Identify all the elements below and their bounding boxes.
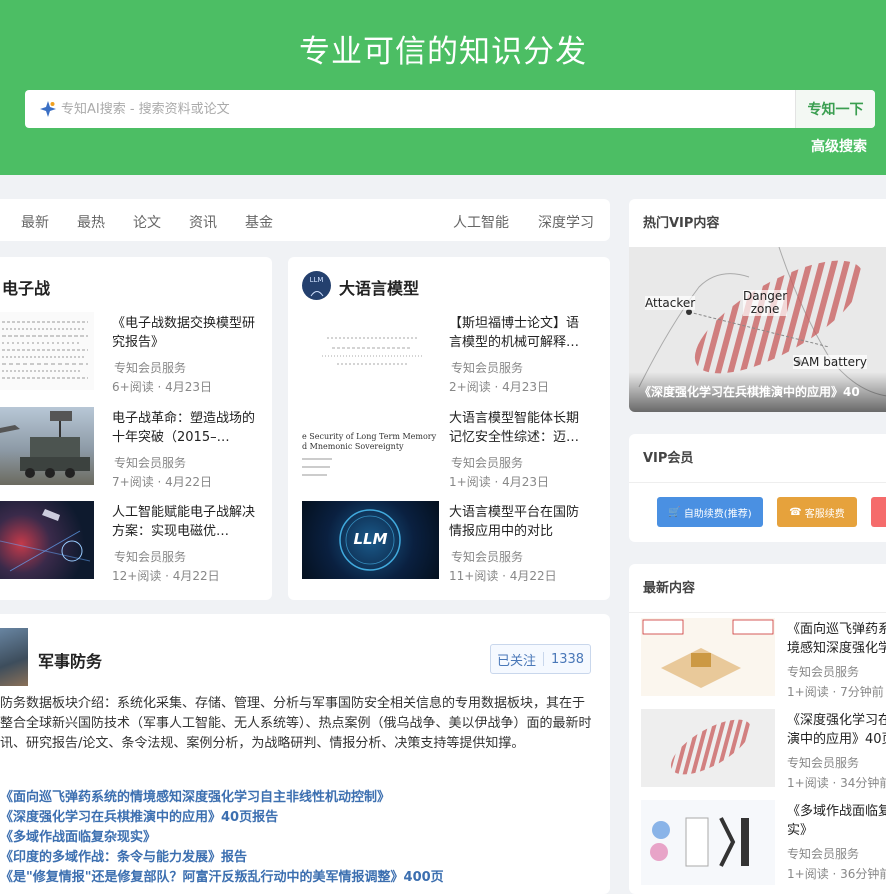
- list-item[interactable]: 《深度强化学习在演中的应用》40页 专知会员服务 1+阅读 · 34分钟前: [641, 709, 886, 790]
- section-thumbnail: [0, 628, 28, 686]
- list-item[interactable]: e Security of Long Term Memory d Mnemoni…: [302, 407, 602, 489]
- article-meta: 2+阅读 · 4月23日: [449, 380, 550, 394]
- military-link[interactable]: 《面向巡飞弹药系统的情境感知深度强化学习自主非线性机动控制》: [0, 786, 390, 805]
- topic-title[interactable]: 大语言模型: [339, 275, 419, 299]
- military-link[interactable]: 《印度的多域作战：条令与能力发展》报告: [0, 846, 247, 865]
- tab-funds[interactable]: 基金: [245, 212, 273, 232]
- list-item[interactable]: 电子战革命：塑造战场的十年突破（2015–… 专知会员服务 7+阅读 · 4月2…: [0, 407, 260, 489]
- article-title[interactable]: 电子战革命：塑造战场的十年突破（2015–…: [112, 409, 257, 447]
- article-title[interactable]: 《电子战数据交换模型研究报告》: [112, 314, 257, 352]
- article-source: 专知会员服务: [451, 550, 524, 564]
- tab-ai[interactable]: 人工智能: [453, 212, 509, 232]
- item-source: 专知会员服务: [787, 847, 860, 861]
- panel-heading: VIP会员: [643, 451, 694, 466]
- self-renew-button[interactable]: 🛒 自助续费(推荐): [657, 497, 763, 527]
- item-title[interactable]: 《多域作战面临复实》: [787, 802, 886, 840]
- item-thumbnail: [641, 800, 775, 885]
- topic-card-electronic-warfare: 电子战 《电子战数据交换模型研究报告》 专知会员服务 6+阅读 · 4月23日: [0, 257, 272, 600]
- item-meta: 1+阅读 · 7分钟前: [787, 685, 884, 699]
- tab-hottest[interactable]: 最热: [77, 212, 105, 232]
- vip-member-panel: VIP会员 🛒 自助续费(推荐) ☎ 客服续费: [629, 434, 886, 542]
- list-item[interactable]: 《电子战数据交换模型研究报告》 专知会员服务 6+阅读 · 4月23日: [0, 312, 260, 394]
- article-title[interactable]: 【斯坦福博士论文】语言模型的机械可解释…: [449, 314, 589, 352]
- hero-banner: 专业可信的知识分发 专知一下 高级搜索: [0, 0, 886, 175]
- list-item[interactable]: 【斯坦福博士论文】语言模型的机械可解释… 专知会员服务 2+阅读 · 4月23日: [302, 312, 602, 394]
- military-link[interactable]: 《深度强化学习在兵棋推演中的应用》40页报告: [0, 806, 278, 825]
- item-meta: 1+阅读 · 34分钟前: [787, 776, 886, 790]
- article-title[interactable]: 大语言模型平台在国防情报应用中的对比: [449, 503, 589, 541]
- follow-label: 已关注: [496, 653, 536, 669]
- tab-papers[interactable]: 论文: [133, 212, 161, 232]
- article-source: 专知会员服务: [114, 361, 187, 375]
- article-meta: 11+阅读 · 4月22日: [449, 569, 557, 583]
- list-item[interactable]: LLM 大语言模型平台在国防情报应用中的对比 专知会员服务 11+阅读 · 4月…: [302, 501, 602, 583]
- service-renew-button[interactable]: ☎ 客服续费: [777, 497, 857, 527]
- label-attacker: Attacker: [645, 296, 696, 310]
- military-link[interactable]: 《多域作战面临复杂现实》: [0, 826, 156, 845]
- article-thumbnail: [0, 407, 94, 485]
- military-section: 军事防务 已关注 1338 防务数据板块介绍：系统化采集、存储、管理、分析与军事…: [0, 614, 610, 894]
- article-source: 专知会员服务: [451, 456, 524, 470]
- topic-avatar: LLM: [302, 271, 331, 300]
- item-title[interactable]: 《深度强化学习在演中的应用》40页: [787, 711, 886, 749]
- topic-card-llm: LLM 大语言模型 【斯坦福博士论文】语言模型的机械可解释… 专知会员服务 2+…: [288, 257, 610, 600]
- item-thumbnail: [641, 709, 775, 787]
- article-thumbnail: [0, 501, 94, 579]
- latest-panel: 最新内容 《面向巡飞弹药系境感知深度强化学 专知会员服务 1+阅读 · 7分钟前…: [629, 564, 886, 894]
- article-meta: 7+阅读 · 4月22日: [112, 475, 213, 489]
- hot-vip-panel: 热门VIP内容 Attacker Danger zone SAM battery…: [629, 199, 886, 412]
- article-source: 专知会员服务: [451, 361, 524, 375]
- article-title[interactable]: 大语言模型智能体长期记忆安全性综述：迈…: [449, 409, 589, 447]
- label-danger-zone: Danger zone: [743, 289, 788, 316]
- article-meta: 12+阅读 · 4月22日: [112, 569, 220, 583]
- military-link[interactable]: 《是"修复情报"还是修复部队？阿富汗反叛乱行动中的美军情报调整》400页: [0, 866, 444, 885]
- section-description: 防务数据板块介绍：系统化采集、存储、管理、分析与军事国防安全相关信息的专用数据板…: [0, 696, 592, 751]
- article-thumbnail: e Security of Long Term Memory d Mnemoni…: [302, 407, 439, 485]
- item-thumbnail: [641, 618, 775, 696]
- article-meta: 6+阅读 · 4月23日: [112, 380, 213, 394]
- item-source: 专知会员服务: [787, 665, 860, 679]
- list-item[interactable]: 《多域作战面临复实》 专知会员服务 1+阅读 · 36分钟前: [641, 800, 886, 890]
- tab-news[interactable]: 资讯: [189, 212, 217, 232]
- panel-heading: 最新内容: [643, 581, 696, 596]
- follow-count: 1338: [550, 651, 585, 667]
- tab-latest[interactable]: 最新: [21, 212, 49, 232]
- cart-icon: 🛒: [668, 506, 681, 518]
- article-thumbnail: [302, 312, 439, 390]
- list-item[interactable]: 《面向巡飞弹药系境感知深度强化学 专知会员服务 1+阅读 · 7分钟前: [641, 618, 886, 699]
- item-source: 专知会员服务: [787, 756, 860, 770]
- filter-tabs: 最新 最热 论文 资讯 基金 人工智能 深度学习: [0, 199, 610, 241]
- item-title[interactable]: 《面向巡飞弹药系境感知深度强化学: [787, 620, 886, 658]
- tab-deep-learning[interactable]: 深度学习: [538, 212, 594, 232]
- hero-title: 专业可信的知识分发: [299, 34, 587, 70]
- search-box: 专知一下: [25, 90, 875, 128]
- article-source: 专知会员服务: [114, 550, 187, 564]
- search-button[interactable]: 专知一下: [795, 90, 875, 128]
- ai-sparkle-icon: [40, 101, 56, 117]
- search-input[interactable]: [61, 90, 811, 128]
- topic-title[interactable]: 电子战: [2, 275, 50, 299]
- section-title: 军事防务: [38, 652, 103, 671]
- vip-featured-image[interactable]: Attacker Danger zone SAM battery 《深度强化学习…: [629, 247, 886, 412]
- article-source: 专知会员服务: [114, 456, 187, 470]
- panel-heading: 热门VIP内容: [643, 216, 720, 231]
- headset-icon: ☎: [789, 506, 802, 518]
- item-meta: 1+阅读 · 36分钟前: [787, 867, 886, 881]
- article-meta: 1+阅读 · 4月23日: [449, 475, 550, 489]
- label-sam-battery: SAM battery: [793, 355, 868, 369]
- vip-caption[interactable]: 《深度强化学习在兵棋推演中的应用》40: [639, 383, 860, 400]
- article-title[interactable]: 人工智能赋能电子战解决方案：实现电磁优…: [112, 503, 257, 541]
- advanced-search-link[interactable]: 高级搜索: [811, 136, 867, 156]
- article-thumbnail: [0, 312, 94, 390]
- list-item[interactable]: 人工智能赋能电子战解决方案：实现电磁优… 专知会员服务 12+阅读 · 4月22…: [0, 501, 260, 583]
- article-thumbnail: LLM: [302, 501, 439, 579]
- extra-button[interactable]: [871, 497, 886, 527]
- follow-button[interactable]: 已关注 1338: [490, 644, 591, 674]
